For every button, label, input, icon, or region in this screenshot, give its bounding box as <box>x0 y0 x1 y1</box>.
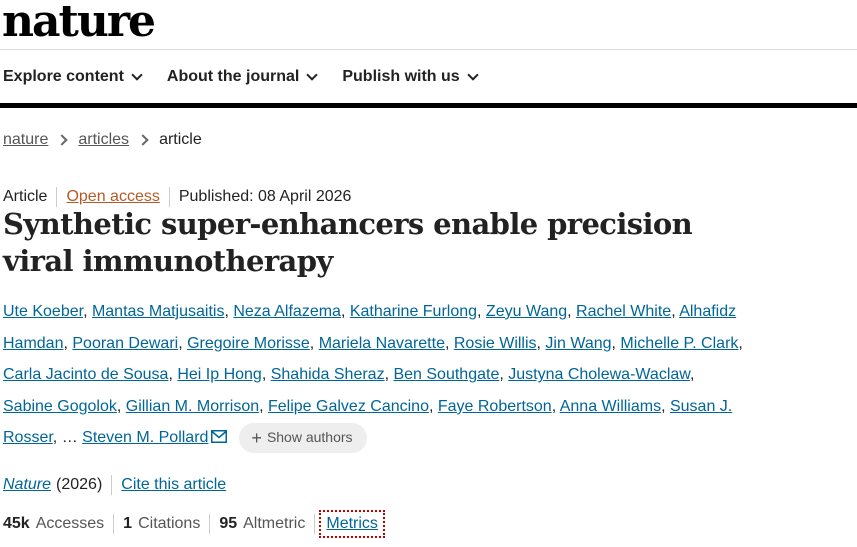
author-separator: , <box>477 303 486 320</box>
metrics-bar: 45k Accesses 1 Citations 95 Altmetric Me… <box>3 510 385 538</box>
journal-link[interactable]: Nature <box>3 476 51 494</box>
author-link[interactable]: Anna Williams <box>560 398 661 415</box>
author-separator: , <box>671 303 680 320</box>
accesses-count: 45k <box>3 515 30 532</box>
author-separator: , <box>738 334 743 352</box>
author-link[interactable]: Shahida Sheraz <box>271 366 385 383</box>
author-ellipsis: … <box>61 429 78 447</box>
author-separator: , <box>168 366 178 384</box>
published-date: Published: 08 April 2026 <box>178 188 352 205</box>
divider <box>314 514 316 534</box>
divider <box>209 514 211 534</box>
breadcrumb-current: article <box>159 131 202 148</box>
author-link[interactable]: Hei Ip Hong <box>177 366 262 383</box>
nav-label: About the journal <box>166 68 300 85</box>
divider <box>113 514 115 534</box>
plus-icon: + <box>251 428 262 449</box>
show-authors-label: Show authors <box>266 429 353 446</box>
author-link[interactable]: Pooran Dewari <box>72 335 178 352</box>
author-separator: , <box>661 397 670 415</box>
nav-publish-with-us[interactable]: Publish with us <box>342 68 479 86</box>
citations-count: 1 <box>123 515 133 532</box>
author-link[interactable]: Mantas Matjusaitis <box>92 303 225 320</box>
author-separator: , <box>340 303 350 320</box>
author-link[interactable]: Ute Koeber <box>3 303 83 320</box>
author-separator: , <box>567 303 577 320</box>
author-separator: , <box>52 429 62 447</box>
altmetric-label: Altmetric <box>243 515 306 532</box>
article-meta: Article Open access Published: 08 April … <box>3 187 351 207</box>
author-link[interactable]: Gregoire Morisse <box>187 335 310 352</box>
author-link[interactable]: Justyna Cholewa-Waclaw <box>508 366 690 383</box>
author-link[interactable]: Michelle P. Clark <box>620 335 738 352</box>
author-link[interactable]: Gillian M. Morrison <box>126 398 259 415</box>
email-icon[interactable] <box>211 423 228 455</box>
author-separator: , <box>309 334 319 352</box>
cite-this-article-link[interactable]: Cite this article <box>121 476 226 494</box>
accesses-label: Accesses <box>35 515 105 532</box>
nav-about-journal[interactable]: About the journal <box>166 68 319 86</box>
publication-year: (2026) <box>56 476 103 493</box>
citation-line: Nature (2026) Cite this article <box>3 475 226 495</box>
author-separator: , <box>444 334 454 352</box>
divider <box>56 187 58 207</box>
nav-label: Explore content <box>3 68 124 85</box>
author-link[interactable]: Neza Alfazema <box>233 303 341 320</box>
chevron-right-icon <box>137 134 149 146</box>
author-separator: , <box>261 366 271 384</box>
author-link[interactable]: Rachel White <box>576 303 671 320</box>
author-link[interactable]: Zeyu Wang <box>486 303 567 320</box>
breadcrumb-nature[interactable]: nature <box>3 131 48 149</box>
author-separator: , <box>224 303 234 320</box>
author-list: Ute Koeber, Mantas Matjusaitis, Neza Alf… <box>3 296 743 455</box>
author-separator: , <box>178 334 188 352</box>
author-link[interactable]: Faye Robertson <box>438 398 552 415</box>
chevron-down-icon <box>467 69 479 81</box>
citations-label: Citations <box>138 515 201 532</box>
nav-explore-content[interactable]: Explore content <box>3 68 143 86</box>
divider <box>111 475 113 495</box>
breadcrumb-articles[interactable]: articles <box>78 131 129 149</box>
author-separator: , <box>428 397 438 415</box>
article-type: Article <box>3 188 48 205</box>
nature-logo[interactable]: nature <box>2 0 156 50</box>
nav-bottom-rule <box>0 103 857 108</box>
author-link[interactable]: Ben Southgate <box>393 366 499 383</box>
author-separator: , <box>259 397 268 415</box>
author-separator: , <box>83 303 92 320</box>
show-authors-button[interactable]: + Show authors <box>239 423 367 454</box>
main-nav: Explore content About the journal Publis… <box>3 68 503 86</box>
author-separator: , <box>499 366 509 384</box>
author-link[interactable]: Sabine Gogolok <box>3 398 117 415</box>
altmetric-score: 95 <box>219 515 238 532</box>
author-link[interactable]: Felipe Galvez Cancino <box>268 398 429 415</box>
author-link[interactable]: Mariela Navarette <box>319 335 445 352</box>
article-title: Synthetic super-enhancers enable precisi… <box>3 207 693 278</box>
chevron-down-icon <box>306 69 319 81</box>
author-link[interactable]: Rosie Willis <box>454 335 537 352</box>
divider <box>168 187 170 207</box>
author-link[interactable]: Jin Wang <box>545 335 611 352</box>
chevron-right-icon <box>56 134 69 146</box>
corresponding-author-link[interactable]: Steven M. Pollard <box>82 429 208 446</box>
author-link[interactable]: Carla Jacinto de Sousa <box>3 366 168 383</box>
open-access-link[interactable]: Open access <box>66 188 159 206</box>
author-separator: , <box>116 397 126 415</box>
header-divider <box>0 49 857 50</box>
metrics-link[interactable]: Metrics <box>319 510 385 538</box>
author-separator: , <box>551 397 560 415</box>
author-separator: , <box>689 366 695 384</box>
nav-label: Publish with us <box>342 68 460 85</box>
author-link[interactable]: Katharine Furlong <box>350 303 477 320</box>
breadcrumb: nature articles article <box>3 131 202 149</box>
chevron-down-icon <box>131 69 143 81</box>
